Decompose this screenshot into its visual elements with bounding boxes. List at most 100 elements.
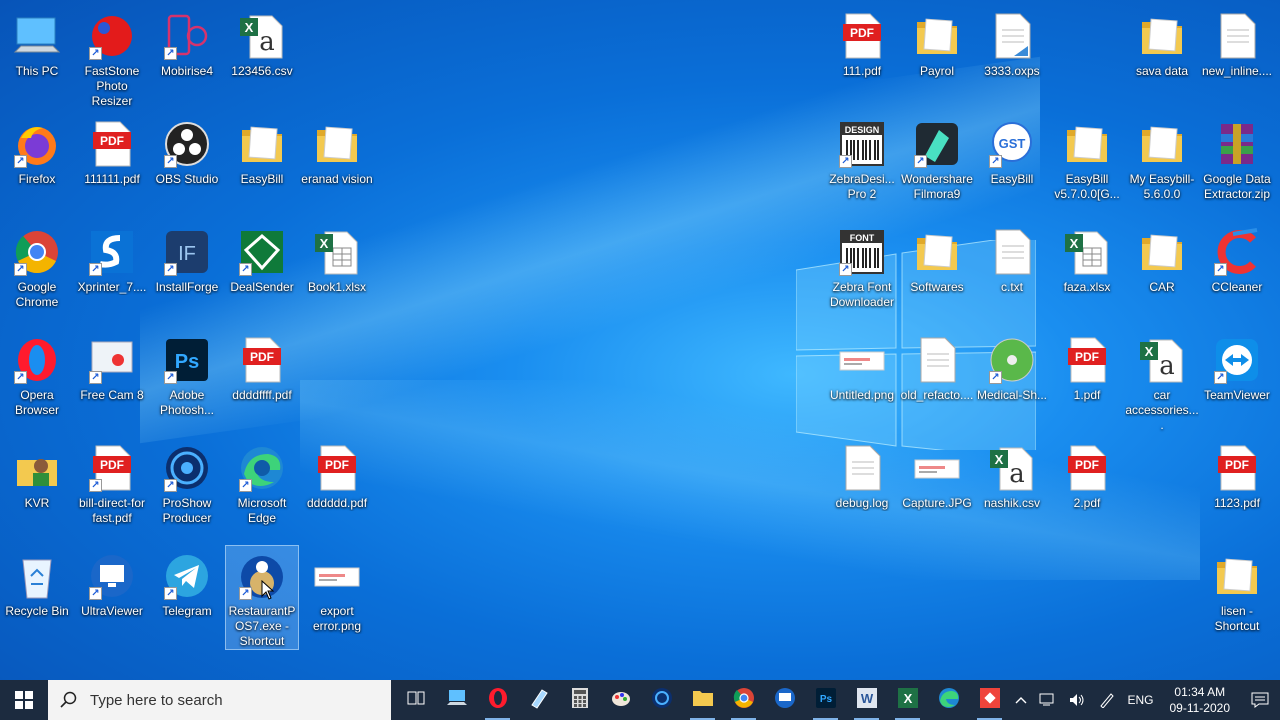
desktop-icon[interactable]: X Book1.xlsx [300,221,374,326]
desktop-icon-label: Free Cam 8 [80,388,144,402]
excel-icon: X [897,687,919,714]
file-explorer-icon [692,688,714,713]
desktop-icon[interactable]: EasyBill v5.7.0.0[G... [1050,113,1124,218]
edge-icon: ↗ [237,443,287,493]
network-icon[interactable] [1033,680,1063,720]
desktop-icon[interactable]: Recycle Bin [0,545,74,650]
taskbar-app-photoshop-icon[interactable]: Ps [805,680,846,720]
svg-text:a: a [1159,351,1175,381]
desktop-icon[interactable]: PDF ↗ bill-direct-for fast.pdf [75,437,149,542]
shortcut-arrow-icon: ↗ [164,155,177,168]
language-indicator[interactable]: ENG [1121,680,1159,720]
show-hidden-icons-chevron-icon[interactable] [1009,680,1033,720]
taskbar-app-ultraviewer-icon[interactable] [764,680,805,720]
desktop-icon[interactable]: KVR [0,437,74,542]
desktop-icon-label: sava data [1135,64,1189,78]
taskbar-app-edge-icon[interactable] [928,680,969,720]
desktop-icon[interactable]: ↗ Microsoft Edge [225,437,299,542]
taskbar-app-anydesk-icon[interactable] [969,680,1010,720]
desktop-icon[interactable]: ↗ TeamViewer [1200,329,1274,434]
desktop-icon[interactable]: ↗ Wondershare Filmora9 [900,113,974,218]
svg-text:X: X [245,20,254,35]
desktop-icon[interactable]: This PC [0,5,74,110]
desktop-icon[interactable]: GST ↗ EasyBill [975,113,1049,218]
desktop-icon-label: Softwares [910,280,964,294]
desktop-icon[interactable]: sava data [1125,5,1199,110]
desktop-icon[interactable]: Xfaza.xlsx [1050,221,1124,326]
svg-text:DESIGN: DESIGN [845,125,880,135]
desktop-icon[interactable]: export error.png [300,545,374,650]
desktop-icon[interactable]: PDF 111111.pdf [75,113,149,218]
ultraviewer-icon [774,687,796,714]
desktop-icon[interactable]: Softwares [900,221,974,326]
taskbar-app-task-view-icon[interactable] [395,680,436,720]
desktop-icon[interactable]: ↗ FastStone Photo Resizer [75,5,149,110]
desktop-icon[interactable]: 3333.oxps [975,5,1049,110]
desktop-icon[interactable]: debug.log [825,437,899,542]
desktop-icon-label: UltraViewer [81,604,143,618]
desktop-icon[interactable]: Capture.JPG [900,437,974,542]
clock[interactable]: 01:34 AM 09-11-2020 [1160,684,1241,716]
desktop-icon[interactable]: PDF 111.pdf [825,5,899,110]
desktop-icon[interactable]: old_refacto.... [900,329,974,434]
desktop-icon[interactable]: PDF ddddffff.pdf [225,329,299,434]
excel-icon: X [1062,227,1112,277]
desktop-icon[interactable]: Payrol [900,5,974,110]
desktop-icon[interactable]: ↗ Xprinter_7.... [75,221,149,326]
desktop-icon[interactable]: PDF 1.pdf [1050,329,1124,434]
opera-icon: ↗ [12,335,62,385]
desktop-icon-label: DealSender [230,280,294,294]
desktop-icon[interactable]: FONT ↗ Zebra Font Downloader [825,221,899,326]
desktop-icon[interactable]: PDF 1123.pdf [1200,437,1274,542]
desktop-icon[interactable]: a Xnashik.csv [975,437,1049,542]
desktop-icon[interactable]: ↗ Telegram [150,545,224,650]
desktop-icon[interactable]: c.txt [975,221,1049,326]
desktop-icon[interactable]: a Xcar accessories.... [1125,329,1199,434]
desktop-icon[interactable]: ↗ ProShow Producer [150,437,224,542]
desktop-icon[interactable]: My Easybill-5.6.0.0 [1125,113,1199,218]
taskbar-app-opera-icon[interactable] [477,680,518,720]
notification-center-icon[interactable] [1240,692,1280,708]
desktop-icon[interactable]: lisen - Shortcut [1200,545,1274,650]
desktop-icon[interactable]: ↗ Firefox [0,113,74,218]
desktop-icon[interactable]: EasyBill [225,113,299,218]
start-button[interactable] [0,680,48,720]
desktop-icon[interactable]: ↗ Free Cam 8 [75,329,149,434]
taskbar-app-calculator-icon[interactable] [559,680,600,720]
desktop-icon[interactable]: eranad vision [300,113,374,218]
desktop-icon[interactable]: IF ↗ InstallForge [150,221,224,326]
desktop-icon[interactable]: ↗ Mobirise4 [150,5,224,110]
desktop-icon[interactable]: Ps ↗ Adobe Photosh... [150,329,224,434]
volume-icon[interactable] [1063,680,1093,720]
desktop-icon[interactable]: DESIGN ↗ ZebraDesi... Pro 2 [825,113,899,218]
desktop-icon[interactable]: Google Data Extractor.zip [1200,113,1274,218]
taskbar-search-box[interactable]: Type here to search [48,680,391,720]
desktop-icon[interactable]: PDF dddddd.pdf [300,437,374,542]
desktop-icon[interactable]: Untitled.png [825,329,899,434]
desktop-icon[interactable]: ↗ Opera Browser [0,329,74,434]
firefox-icon: ↗ [12,119,62,169]
pen-ink-workspace-icon[interactable] [1093,680,1121,720]
taskbar-app-file-explorer-icon[interactable] [682,680,723,720]
desktop-icon[interactable]: ↗ Google Chrome [0,221,74,326]
desktop-icon[interactable]: ↗ CCleaner [1200,221,1274,326]
taskbar-app-excel-icon[interactable]: X [887,680,928,720]
desktop-icon[interactable]: new_inline.... [1200,5,1274,110]
desktop-icon-label: Adobe Photosh... [159,388,215,417]
taskbar-app-word-icon[interactable]: W [846,680,887,720]
desktop-icon[interactable]: CAR [1125,221,1199,326]
excel-csv-icon: aX [1137,335,1187,385]
taskbar-app-paint-icon[interactable] [600,680,641,720]
taskbar-app-chrome-icon[interactable] [723,680,764,720]
desktop-icon[interactable]: ↗ OBS Studio [150,113,224,218]
desktop-icon-label: Microsoft Edge [237,496,287,525]
calculator-icon [571,687,589,714]
desktop-icon[interactable]: ↗ DealSender [225,221,299,326]
desktop-icon[interactable]: ↗ Medical-Sh... [975,329,1049,434]
taskbar-app-notepad-icon[interactable] [518,680,559,720]
taskbar-app-proshow-icon[interactable] [641,680,682,720]
desktop-icon[interactable]: PDF 2.pdf [1050,437,1124,542]
desktop-icon[interactable]: a X 123456.csv [225,5,299,110]
taskbar-app-this-pc-icon[interactable] [436,680,477,720]
desktop-icon[interactable]: ↗ UltraViewer [75,545,149,650]
